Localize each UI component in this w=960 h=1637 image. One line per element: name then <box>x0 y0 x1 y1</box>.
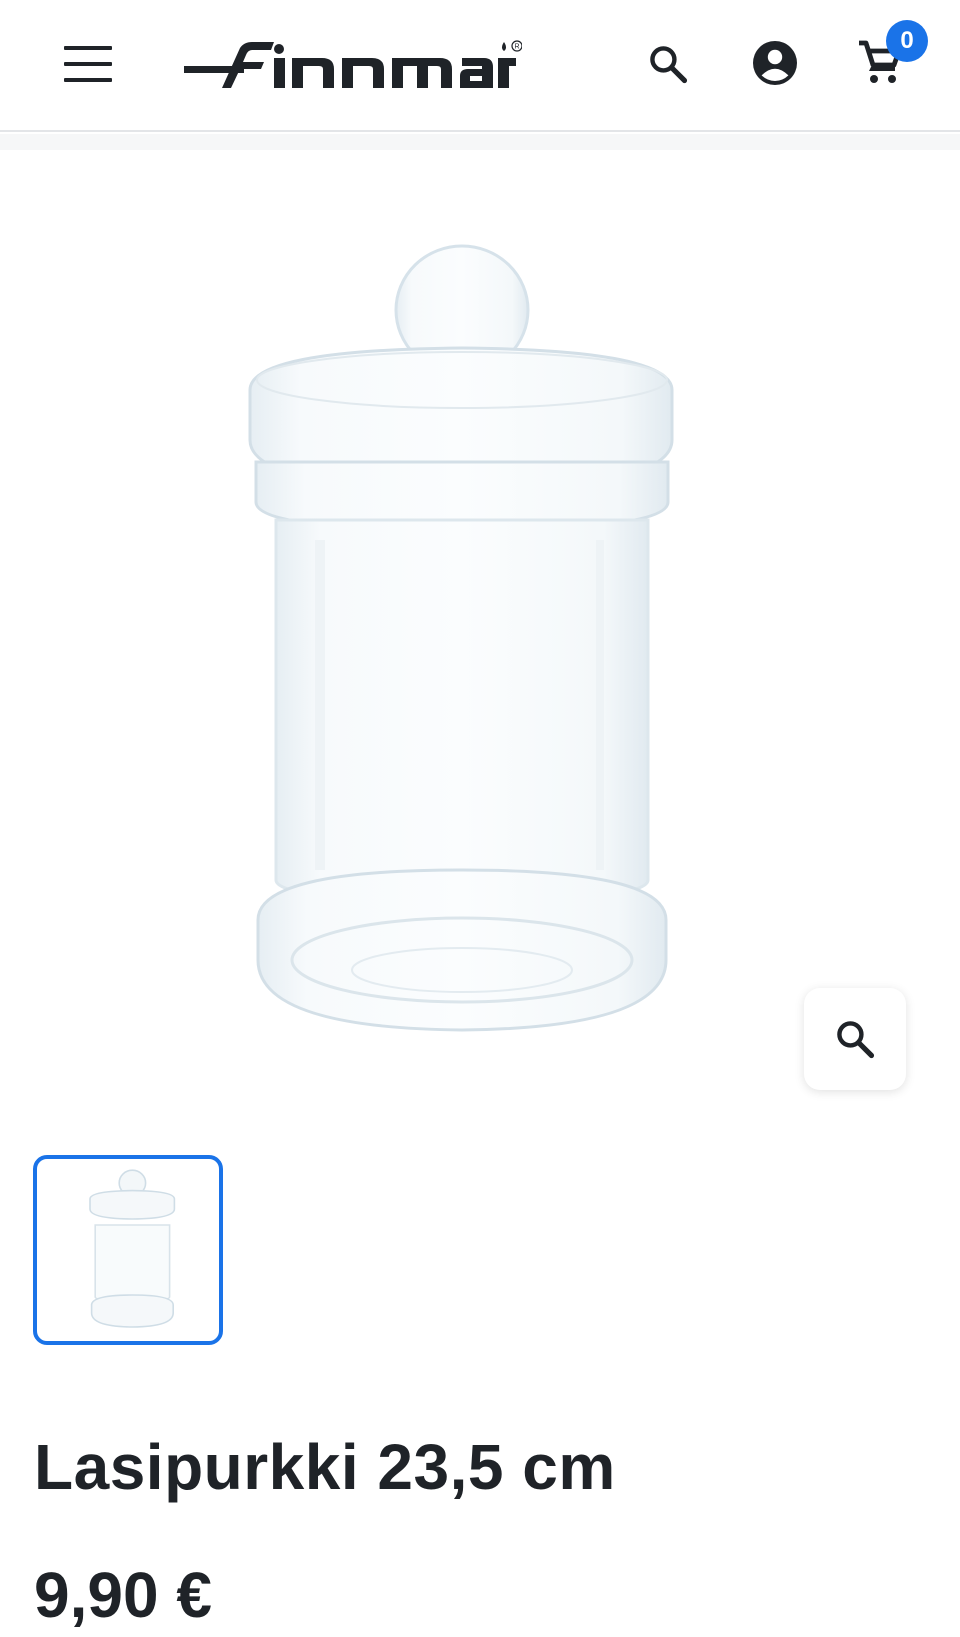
account-button[interactable] <box>745 33 805 93</box>
product-price: 9,90 € <box>34 1559 212 1631</box>
svg-text:R: R <box>515 44 520 51</box>
site-header: R 0 <box>0 0 960 132</box>
product-main-image[interactable] <box>200 230 720 1090</box>
glass-jar-image <box>248 244 674 1032</box>
menu-icon-bar <box>64 46 112 50</box>
product-thumbnail[interactable] <box>33 1155 223 1345</box>
search-icon <box>650 46 688 84</box>
search-button[interactable] <box>638 34 698 94</box>
header-divider <box>0 134 960 150</box>
menu-icon-bar <box>64 78 112 82</box>
brand-logo[interactable]: R <box>182 38 523 96</box>
glass-jar-thumbnail-icon <box>89 1169 176 1328</box>
zoom-icon <box>837 1021 875 1059</box>
product-title: Lasipurkki 23,5 cm <box>34 1431 616 1503</box>
account-icon <box>753 41 797 85</box>
cart-count-badge: 0 <box>886 20 928 62</box>
zoom-button[interactable] <box>804 988 906 1090</box>
finnmari-logo-icon: R <box>184 40 523 88</box>
menu-icon-bar <box>64 62 112 66</box>
menu-button[interactable] <box>62 44 114 84</box>
